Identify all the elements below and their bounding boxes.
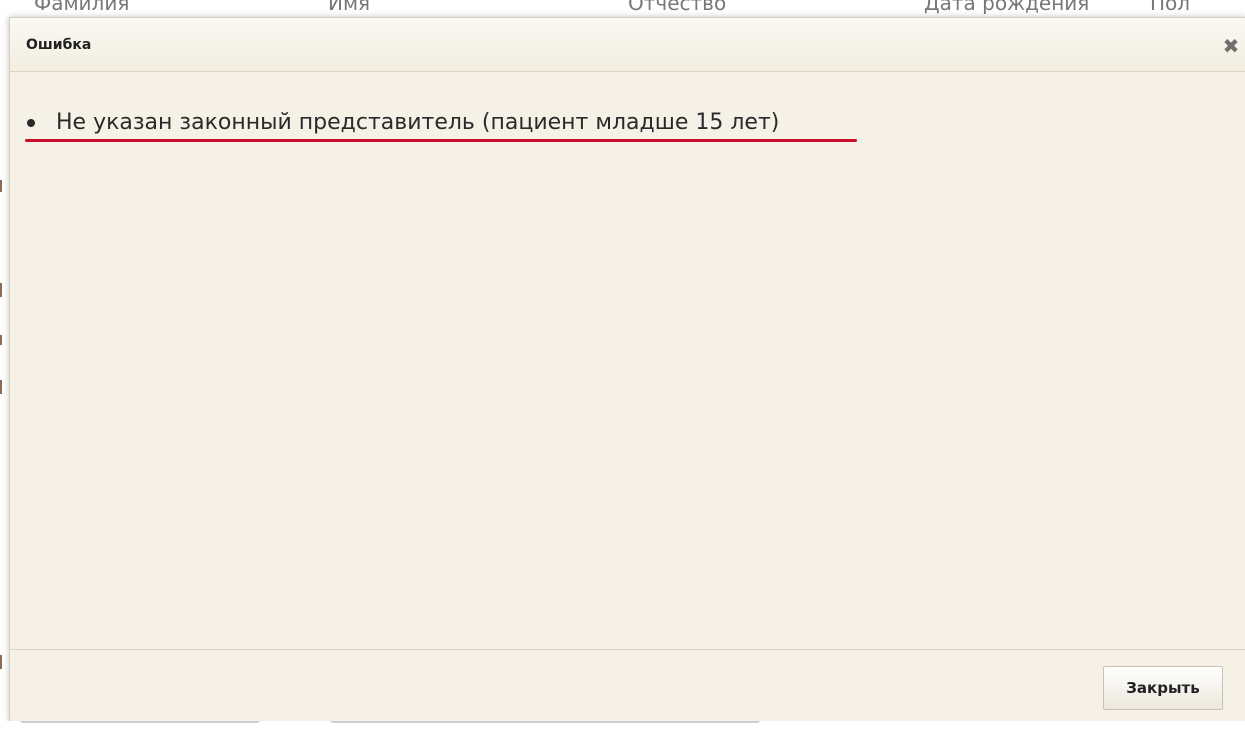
page-edge-mark bbox=[0, 655, 2, 669]
background-text-fragment bbox=[20, 721, 260, 723]
bullet-icon bbox=[27, 118, 35, 127]
error-dialog: Ошибка ✖ Не указан законный представител… bbox=[9, 17, 1245, 722]
background-column-birthdate: Дата рождения bbox=[924, 0, 1090, 14]
dialog-footer: Закрыть bbox=[10, 649, 1245, 723]
background-table-header: Фамилия Имя Отчество Дата рождения Пол bbox=[0, 0, 1245, 14]
page-edge-mark bbox=[0, 335, 2, 345]
page-edge-mark bbox=[0, 180, 2, 192]
background-column-surname: Фамилия bbox=[34, 0, 130, 14]
close-x-icon[interactable]: ✖ bbox=[1220, 35, 1242, 57]
error-message: Не указан законный представитель (пациен… bbox=[56, 110, 780, 135]
page-edge-mark bbox=[0, 283, 2, 297]
page: Фамилия Имя Отчество Дата рождения Пол О… bbox=[0, 0, 1245, 731]
dialog-title: Ошибка bbox=[26, 37, 92, 53]
background-column-sex: Пол bbox=[1150, 0, 1191, 14]
background-column-patronymic: Отчество bbox=[628, 0, 727, 14]
error-list-item: Не указан законный представитель (пациен… bbox=[27, 110, 779, 135]
dialog-body: Не указан законный представитель (пациен… bbox=[10, 72, 1245, 648]
background-bottom-row bbox=[0, 721, 1245, 731]
background-text-fragment bbox=[330, 721, 760, 723]
annotation-underline bbox=[25, 139, 857, 142]
page-edge-mark bbox=[0, 380, 2, 394]
close-button[interactable]: Закрыть bbox=[1103, 666, 1223, 710]
dialog-header: Ошибка ✖ bbox=[10, 18, 1245, 72]
background-column-name: Имя bbox=[328, 0, 371, 14]
